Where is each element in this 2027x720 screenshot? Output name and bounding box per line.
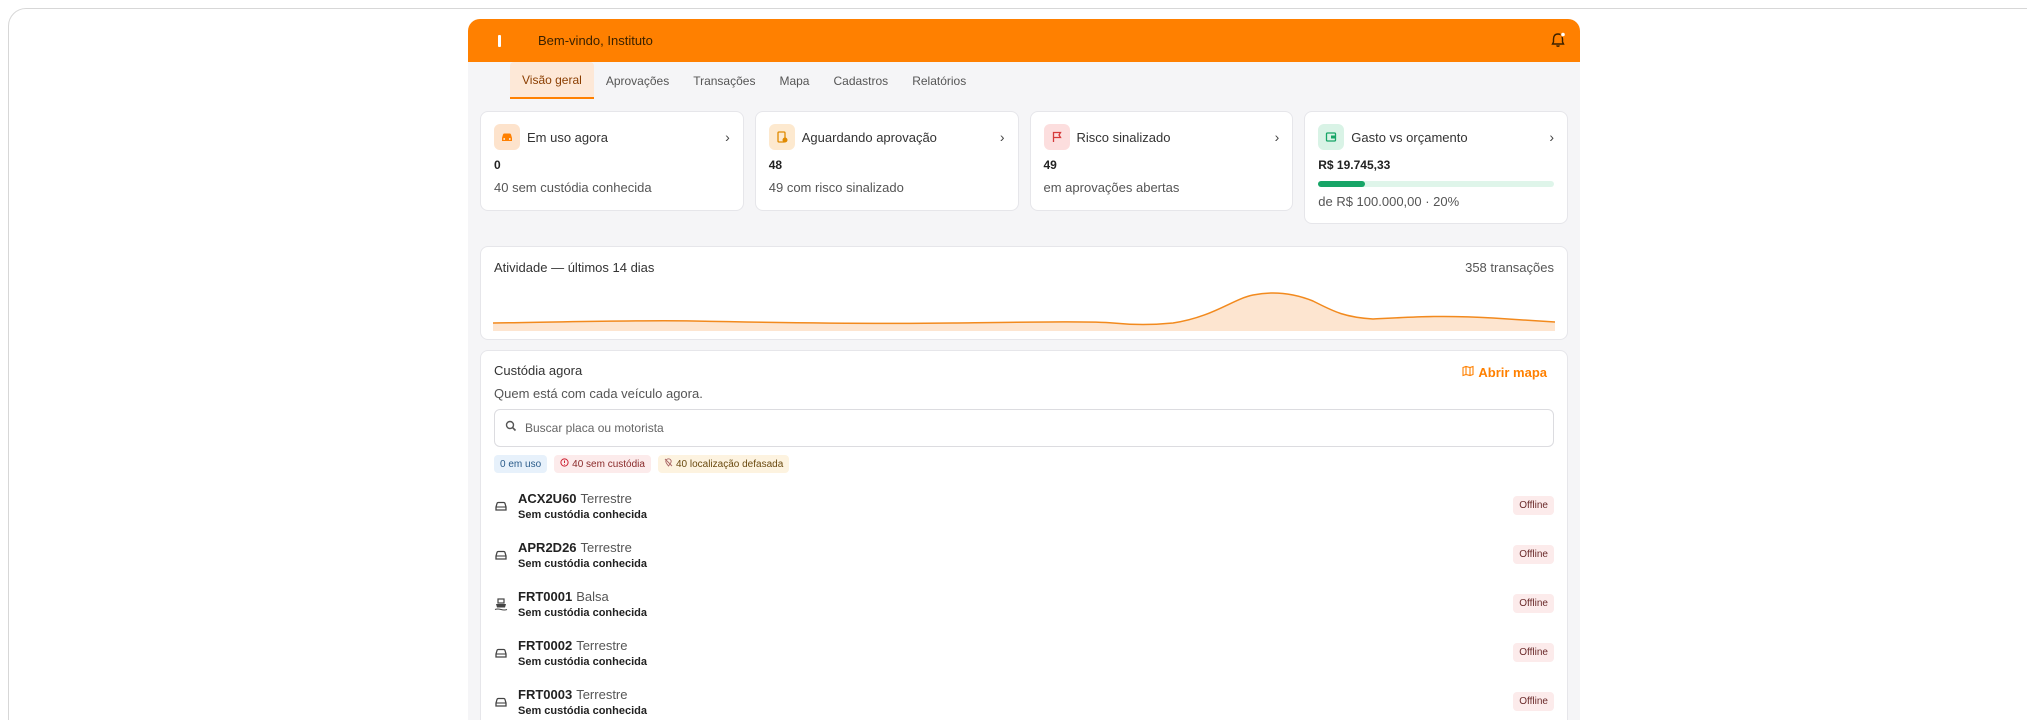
card-value: 48 <box>768 158 783 172</box>
custody-panel: Custódia agora Quem está com cada veícul… <box>480 350 1568 720</box>
card-title: Gasto vs orçamento <box>1351 129 1468 145</box>
car-icon <box>494 124 520 150</box>
card-subtitle: 40 sem custódia conhecida <box>494 180 652 195</box>
welcome-text: Bem-vindo, Instituto <box>538 33 653 48</box>
ferry-icon <box>494 595 512 613</box>
vehicle-row[interactable]: FRT0001 Balsa Sem custódia conhecida Offl… <box>494 579 1554 628</box>
card-in-use[interactable]: Em uso agora › 0 40 sem custódia conheci… <box>480 111 744 211</box>
vehicle-plate: APR2D26 <box>518 539 577 555</box>
car-icon <box>494 497 512 515</box>
tab-aprovacoes[interactable]: Aprovações <box>594 62 681 99</box>
map-icon <box>1462 365 1474 380</box>
vehicle-plate: FRT0002 <box>518 637 573 653</box>
activity-title: Atividade — últimos 14 dias <box>494 260 655 275</box>
vehicle-plate: FRT0001 <box>518 588 573 604</box>
card-title: Em uso agora <box>527 129 608 145</box>
chip-no-custody[interactable]: 40 sem custódia <box>554 455 651 473</box>
card-value: 0 <box>494 158 501 172</box>
card-title: Risco sinalizado <box>1076 129 1171 145</box>
chip-label: 40 sem custódia <box>572 458 645 470</box>
vehicle-row[interactable]: FRT0003 Terrestre Sem custódia conhecida … <box>494 677 1554 720</box>
vehicle-row[interactable]: APR2D26 Terrestre Sem custódia conhecida … <box>494 530 1554 579</box>
card-spend-vs-budget[interactable]: Gasto vs orçamento › R$ 19.745,33 de R$ … <box>1304 111 1568 224</box>
chip-label: 40 localização defasada <box>675 458 784 470</box>
tab-visao-geral[interactable]: Visão geral <box>510 62 594 99</box>
chevron-right-icon[interactable]: › <box>1000 129 1005 145</box>
chip-stale-location[interactable]: 40 localização defasada <box>657 455 790 473</box>
chevron-right-icon[interactable]: › <box>1549 129 1554 145</box>
vehicle-row[interactable]: FRT0002 Terrestre Sem custódia conhecida … <box>494 628 1554 677</box>
chevron-right-icon[interactable]: › <box>725 129 730 145</box>
card-value: 49 <box>1043 158 1057 172</box>
summary-cards: Em uso agora › 0 40 sem custódia conheci… <box>468 99 1580 224</box>
vehicle-plate: ACX2U60 <box>518 490 577 506</box>
card-subtitle: em aprovações abertas <box>1043 180 1180 195</box>
custody-status: Sem custódia conhecida <box>518 606 647 619</box>
location-off-icon <box>664 458 673 470</box>
app-window: Bem-vindo, Instituto Visão geral Aprovaç… <box>468 19 1580 720</box>
car-icon <box>494 693 512 711</box>
custody-subtitle: Quem está com cada veículo agora. <box>494 386 703 401</box>
tab-bar: Visão geral Aprovações Transações Mapa C… <box>468 62 1580 99</box>
vehicle-type: Terrestre <box>580 490 632 506</box>
search-field[interactable] <box>494 409 1554 447</box>
tab-cadastros[interactable]: Cadastros <box>821 62 900 99</box>
filter-chips: 0 em uso 40 sem custódia 40 localização … <box>494 455 1554 473</box>
warning-circle-icon <box>560 458 569 470</box>
tab-relatorios[interactable]: Relatórios <box>900 62 978 99</box>
vehicle-row[interactable]: ACX2U60 Terrestre Sem custódia conhecida … <box>494 481 1554 530</box>
vehicle-list: ACX2U60 Terrestre Sem custódia conhecida … <box>494 481 1554 720</box>
card-title: Aguardando aprovação <box>801 129 937 145</box>
custody-status: Sem custódia conhecida <box>518 655 647 668</box>
open-map-button[interactable]: Abrir mapa <box>1462 365 1547 380</box>
activity-count: 358 transações <box>1465 260 1554 275</box>
logo[interactable] <box>498 34 501 47</box>
activity-panel: Atividade — últimos 14 dias 358 transaçõ… <box>480 246 1568 340</box>
chip-label: 0 em uso <box>500 458 542 470</box>
car-icon <box>494 546 512 564</box>
custody-status: Sem custódia conhecida <box>518 704 647 717</box>
offline-badge: Offline <box>1513 594 1554 613</box>
car-icon <box>494 644 512 662</box>
search-input[interactable] <box>525 421 1543 435</box>
vehicle-plate: FRT0003 <box>518 686 573 702</box>
top-bar: Bem-vindo, Instituto <box>468 19 1580 62</box>
chip-in-use[interactable]: 0 em uso <box>494 455 548 473</box>
budget-progress-fill <box>1318 181 1366 187</box>
vehicle-type: Balsa <box>576 588 609 604</box>
card-subtitle: de R$ 100.000,00 · 20% <box>1318 194 1460 209</box>
open-map-label: Abrir mapa <box>1478 365 1547 380</box>
custody-status: Sem custódia conhecida <box>518 508 647 521</box>
bell-icon[interactable] <box>1548 30 1568 50</box>
card-pending-approval[interactable]: Aguardando aprovação › 48 49 com risco s… <box>754 111 1019 211</box>
card-risk-flagged[interactable]: Risco sinalizado › 49 em aprovações aber… <box>1029 111 1294 211</box>
wallet-icon <box>1318 124 1345 150</box>
card-subtitle: 49 com risco sinalizado <box>768 180 904 195</box>
activity-sparkline <box>493 292 1555 331</box>
vehicle-type: Terrestre <box>580 539 632 555</box>
budget-progress-bar <box>1318 181 1554 187</box>
flag-icon <box>1043 124 1070 150</box>
chevron-right-icon[interactable]: › <box>1275 129 1280 145</box>
vehicle-type: Terrestre <box>576 686 628 702</box>
vehicle-type: Terrestre <box>576 637 628 653</box>
offline-badge: Offline <box>1513 496 1554 515</box>
card-value: R$ 19.745,33 <box>1318 158 1391 172</box>
tab-transacoes[interactable]: Transações <box>681 62 767 99</box>
tab-mapa[interactable]: Mapa <box>767 62 821 99</box>
custody-title: Custódia agora <box>494 363 583 378</box>
offline-badge: Offline <box>1513 545 1554 564</box>
pending-approval-icon <box>768 124 795 150</box>
offline-badge: Offline <box>1513 643 1554 662</box>
search-icon <box>505 419 517 437</box>
custody-status: Sem custódia conhecida <box>518 557 647 570</box>
offline-badge: Offline <box>1513 692 1554 711</box>
